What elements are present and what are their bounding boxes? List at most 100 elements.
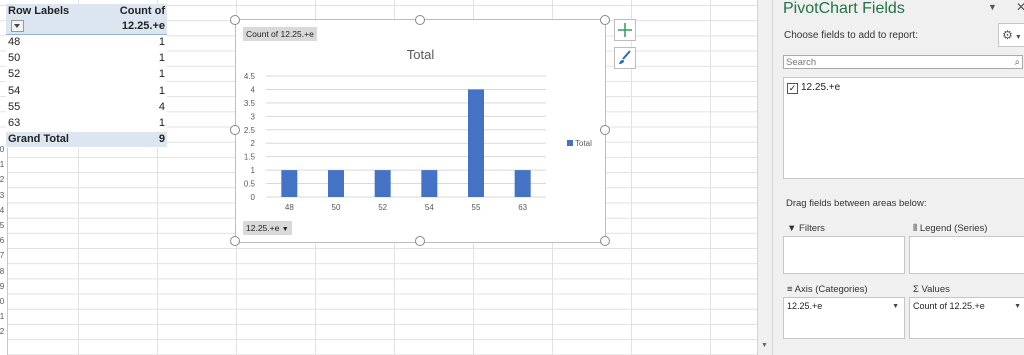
x-tick-label[interactable]: 54 [425, 203, 434, 212]
checkbox-checked-icon[interactable]: ✓ [787, 83, 798, 94]
y-tick-label[interactable]: 1.5 [244, 153, 256, 162]
chart-resize-handle[interactable] [600, 125, 610, 135]
row-number[interactable]: 3 [0, 191, 7, 200]
count-header[interactable]: Count of 12.25.+e [79, 4, 167, 35]
rows-icon: ≡ [787, 284, 793, 295]
pivot-row[interactable]: 52 1 [6, 66, 167, 84]
bar[interactable] [468, 89, 484, 197]
row-number[interactable]: 7 [0, 251, 7, 260]
grand-total-row[interactable]: Grand Total 9 [6, 131, 167, 149]
x-tick-label[interactable]: 55 [472, 203, 481, 212]
pane-title: PivotChart Fields [783, 0, 905, 17]
y-tick-label[interactable]: 1 [251, 166, 256, 175]
chart-elements-button[interactable] [614, 19, 636, 41]
legend-columns-icon: ⦀ [913, 223, 918, 234]
chart-resize-handle[interactable] [600, 15, 610, 25]
y-tick-label[interactable]: 4.5 [244, 72, 256, 81]
bar[interactable] [514, 170, 531, 197]
y-tick-label[interactable]: 4 [251, 85, 256, 94]
legend-area-label: ⦀ Legend (Series) [913, 223, 988, 234]
row-number[interactable]: 8 [0, 267, 7, 276]
axis-area-label: ≡ Axis (Categories) [787, 284, 868, 295]
row-number[interactable]: 2 [0, 327, 7, 336]
axis-field-chip[interactable]: 12.25.+e ▼ [787, 300, 901, 313]
y-tick-label[interactable]: 0 [251, 193, 256, 202]
chevron-down-icon[interactable]: ▼ [892, 300, 899, 313]
chart-resize-handle[interactable] [230, 15, 240, 25]
legend-swatch[interactable] [567, 140, 573, 146]
pivot-row-label: 50 [6, 50, 80, 68]
close-icon[interactable]: ✕ [1016, 0, 1024, 14]
scroll-down-icon[interactable]: ▼ [761, 342, 768, 349]
pivot-row-label: 52 [6, 66, 80, 84]
y-tick-label[interactable]: 2 [251, 139, 256, 148]
axis-field-button[interactable]: 12.25.+e ▼ [243, 221, 292, 235]
x-tick-label[interactable]: 63 [518, 203, 527, 212]
row-labels-filter-button[interactable] [11, 20, 24, 33]
legend-label[interactable]: Total [575, 139, 592, 148]
y-tick-label[interactable]: 3 [251, 112, 256, 121]
y-tick-label[interactable]: 2.5 [244, 126, 256, 135]
values-drop-area[interactable]: Count of 12.25.+e ▼ [909, 297, 1024, 339]
row-header-column: 0123456789012 [0, 140, 8, 355]
chart-resize-handle[interactable] [230, 236, 240, 246]
paintbrush-icon [619, 50, 631, 64]
chart-resize-handle[interactable] [415, 236, 425, 246]
values-field-chip[interactable]: Count of 12.25.+e ▼ [913, 300, 1023, 313]
bar[interactable] [281, 170, 298, 197]
field-item[interactable]: ✓ 12.25.+e [787, 82, 840, 94]
pivotchart-fields-pane[interactable]: PivotChart Fields ▼ ✕ Choose fields to a… [772, 0, 1024, 355]
row-number[interactable]: 0 [0, 297, 7, 306]
row-number[interactable]: 2 [0, 175, 7, 184]
pivot-table[interactable]: Row Labels Count of 12.25.+e 48 1 50 1 52 1… [6, 4, 167, 149]
gear-icon[interactable]: ⚙ ▼ [998, 23, 1024, 47]
search-icon: ⌕ [1014, 57, 1020, 68]
chart-resize-handle[interactable] [415, 15, 425, 25]
pivot-row-value: 1 [79, 34, 167, 52]
pivot-chart[interactable]: Count of 12.25.+e Total 0 0.5 1 1.5 2 2.5 3 3.5… [235, 19, 606, 243]
pivot-row[interactable]: 48 1 [6, 34, 167, 52]
pivot-row[interactable]: 50 1 [6, 50, 167, 68]
x-tick-label[interactable]: 48 [285, 203, 294, 212]
field-list[interactable]: ✓ 12.25.+e [783, 77, 1024, 179]
row-number[interactable]: 5 [0, 221, 7, 230]
pane-options-dropdown-icon[interactable]: ▼ [988, 2, 997, 12]
values-area-label: Σ Values [913, 284, 950, 295]
axis-drop-area[interactable]: 12.25.+e ▼ [783, 297, 905, 339]
pivot-row[interactable]: 63 1 [6, 115, 167, 133]
legend-drop-area[interactable] [909, 236, 1024, 274]
bar[interactable] [421, 170, 438, 197]
row-number[interactable]: 1 [0, 160, 7, 169]
filters-drop-area[interactable] [783, 236, 905, 274]
pivot-row[interactable]: 55 4 [6, 99, 167, 116]
x-tick-label[interactable]: 50 [332, 203, 341, 212]
chart-resize-handle[interactable] [600, 236, 610, 246]
pivot-row-value: 1 [79, 50, 167, 68]
chart-plot-area[interactable]: 0 0.5 1 1.5 2 2.5 3 3.5 4 4.5 48 50 52 54 55 63 Total [236, 20, 605, 242]
vertical-scrollbar[interactable]: ▼ [757, 0, 773, 355]
chart-resize-handle[interactable] [230, 125, 240, 135]
x-tick-label[interactable]: 52 [378, 203, 387, 212]
grand-total-value: 9 [79, 131, 167, 149]
pane-subtitle: Choose fields to add to report: [784, 30, 918, 41]
pivot-header-row: Row Labels Count of 12.25.+e [6, 4, 167, 35]
chart-styles-button[interactable] [614, 47, 636, 69]
search-input[interactable]: Search ⌕ [783, 55, 1023, 69]
grand-total-label: Grand Total [6, 131, 80, 149]
bar[interactable] [328, 170, 344, 197]
pivot-row[interactable]: 54 1 [6, 83, 167, 100]
y-tick-label[interactable]: 3.5 [244, 99, 256, 108]
filter-icon: ▼ [787, 223, 797, 234]
y-tick-label[interactable]: 0.5 [244, 180, 256, 189]
bar[interactable] [374, 170, 391, 197]
chevron-down-icon[interactable]: ▼ [1014, 300, 1021, 313]
row-number[interactable]: 9 [0, 282, 7, 291]
pivot-row-value: 1 [79, 83, 167, 100]
row-number[interactable]: 6 [0, 236, 7, 245]
plus-icon [618, 23, 632, 37]
chevron-down-icon: ▼ [281, 226, 289, 233]
row-labels-header[interactable]: Row Labels [6, 4, 80, 35]
row-number[interactable]: 4 [0, 206, 7, 215]
row-number[interactable]: 1 [0, 312, 7, 321]
pivot-row-label: 63 [6, 115, 80, 133]
